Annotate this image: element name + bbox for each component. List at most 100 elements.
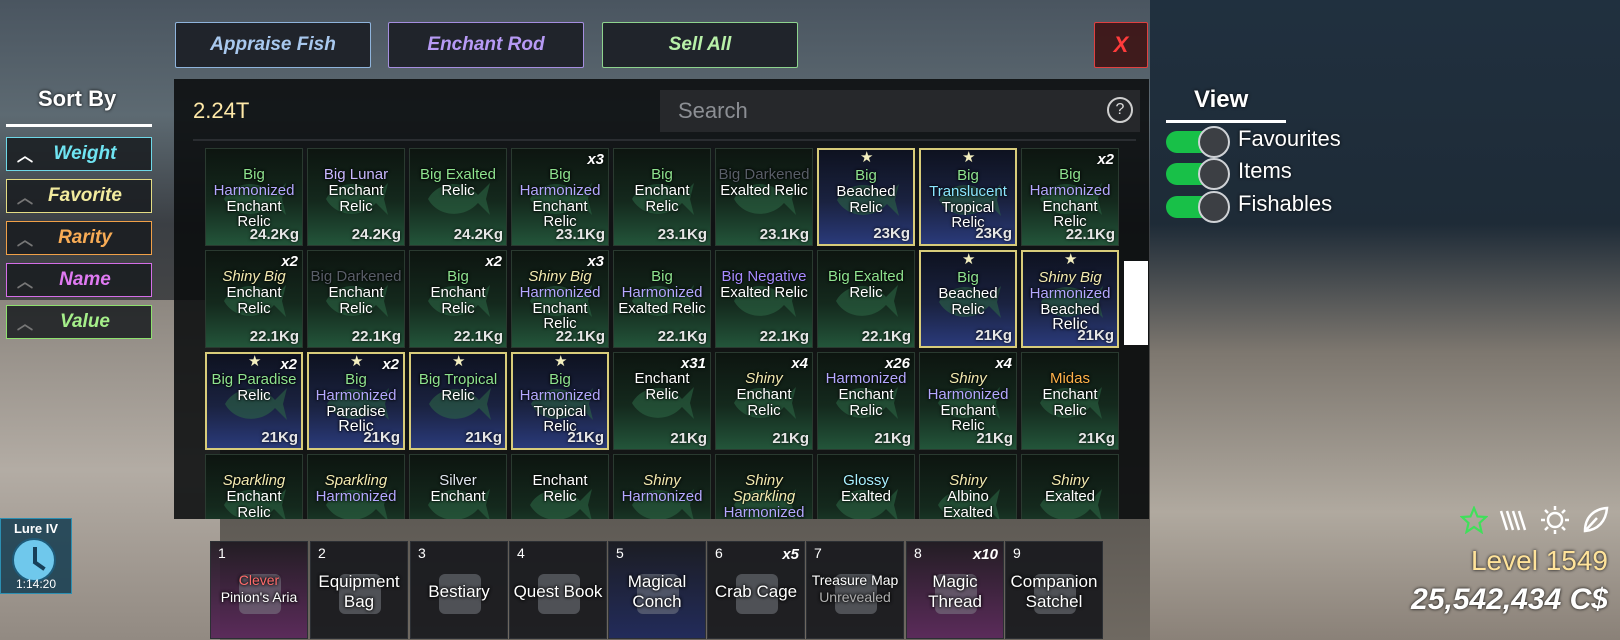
- inventory-item[interactable]: ★ Big Harmonized Tropical Relic 21Kg: [511, 352, 609, 450]
- item-name-line: Relic: [849, 198, 883, 216]
- hotbar-slot-label: Companion Satchel: [1008, 572, 1100, 613]
- inventory-item[interactable]: Big Darkened Exalted Relic 23.1Kg: [715, 148, 813, 246]
- inventory-item[interactable]: Shiny Sparkling Harmonized: [715, 454, 813, 519]
- inventory-item[interactable]: x3 Big Harmonized Enchant Relic 23.1Kg: [511, 148, 609, 246]
- hotbar-slot-3[interactable]: 3 Bestiary: [410, 541, 508, 639]
- inventory-item[interactable]: ★ Shiny Big Harmonized Beached Relic 21Kg: [1021, 250, 1119, 348]
- inventory-item[interactable]: ★ Big Tropical Relic 21Kg: [409, 352, 507, 450]
- sort-favorite-button[interactable]: ︿ Favorite: [6, 179, 152, 213]
- item-name-line: Big: [957, 167, 979, 184]
- bars-icon: [1499, 510, 1527, 531]
- sort-weight-button[interactable]: ︿ Weight: [6, 137, 152, 171]
- inventory-item[interactable]: Sparkling Harmonized: [307, 454, 405, 519]
- item-name: Sparkling Enchant Relic: [208, 473, 300, 519]
- hotbar-label-line: Magical: [627, 572, 687, 591]
- inventory-item[interactable]: ★ Big Beached Relic 23Kg: [817, 148, 915, 246]
- item-name-line: Shiny: [745, 370, 783, 387]
- sort-weight-label: Weight: [53, 143, 117, 164]
- enchant-rod-button[interactable]: Enchant Rod: [388, 22, 584, 68]
- inventory-item[interactable]: x3 Shiny Big Harmonized Enchant Relic 22.1Kg: [511, 250, 609, 348]
- hotbar-label-line: Bestiary: [428, 582, 490, 601]
- item-name: Big Harmonized Tropical Relic: [515, 372, 605, 435]
- inventory-item[interactable]: Glossy Exalted: [817, 454, 915, 519]
- hotbar-slot-2[interactable]: 2 Equipment Bag: [310, 541, 408, 639]
- sell-all-button[interactable]: Sell All: [602, 22, 798, 68]
- inventory-item[interactable]: Shiny Albino Exalted: [919, 454, 1017, 519]
- inventory-scrollbar[interactable]: [1124, 261, 1148, 345]
- sort-name-button[interactable]: ︿ Name: [6, 263, 152, 297]
- toggle-items[interactable]: [1166, 158, 1230, 190]
- hotbar-slot-1[interactable]: 1 Clever Pinion's Aria: [210, 541, 308, 639]
- sort-rarity-button[interactable]: ︿ Rarity: [6, 221, 152, 255]
- sort-rarity-label: Rarity: [58, 227, 112, 248]
- search-input[interactable]: [660, 90, 1140, 132]
- inventory-item[interactable]: Big Darkened Enchant Relic 22.1Kg: [307, 250, 405, 348]
- hotbar-label-line: Magic: [932, 572, 978, 591]
- item-name-line: Silver: [439, 472, 477, 489]
- item-name-line: Relic: [441, 386, 475, 404]
- inventory-item[interactable]: Midas Enchant Relic 21Kg: [1021, 352, 1119, 450]
- inventory-item[interactable]: ★ Big Translucent Tropical Relic 23Kg: [919, 148, 1017, 246]
- sort-value-button[interactable]: ︿ Value: [6, 305, 152, 339]
- hotbar-label-line: Pinion's Aria: [220, 588, 298, 605]
- item-name-line: Relic: [441, 181, 475, 199]
- inventory-item[interactable]: Big Enchant Relic 23.1Kg: [613, 148, 711, 246]
- inventory-item[interactable]: x4 Shiny Enchant Relic 21Kg: [715, 352, 813, 450]
- hotbar-label-line: Crab Cage: [714, 582, 798, 601]
- inventory-item[interactable]: Silver Enchant: [409, 454, 507, 519]
- inventory-item[interactable]: x2 Shiny Big Enchant Relic 22.1Kg: [205, 250, 303, 348]
- hotbar-slot-9[interactable]: 9 Companion Satchel: [1005, 541, 1103, 639]
- help-icon[interactable]: ?: [1107, 97, 1133, 123]
- currency-total: 2.24T: [193, 98, 250, 123]
- inventory-item[interactable]: Shiny Harmonized: [613, 454, 711, 519]
- inventory-item[interactable]: x26 Harmonized Enchant Relic 21Kg: [817, 352, 915, 450]
- inventory-grid: Big Harmonized Enchant Relic 24.2Kg Big Luna…: [205, 148, 1121, 519]
- sort-value-label: Value: [60, 311, 110, 332]
- inventory-item[interactable]: x2 Big Enchant Relic 22.1Kg: [409, 250, 507, 348]
- inventory-item[interactable]: Enchant Relic: [511, 454, 609, 519]
- inventory-item[interactable]: Big Harmonized Enchant Relic 24.2Kg: [205, 148, 303, 246]
- inventory-item[interactable]: Big Harmonized Exalted Relic 22.1Kg: [613, 250, 711, 348]
- hotbar-slot-label: Bestiary: [413, 582, 505, 602]
- inventory-item[interactable]: Big Lunar Enchant Relic 24.2Kg: [307, 148, 405, 246]
- appraise-fish-button[interactable]: Appraise Fish: [175, 22, 371, 68]
- inventory-item[interactable]: ★ Big Beached Relic 21Kg: [919, 250, 1017, 348]
- close-button[interactable]: X: [1094, 22, 1148, 68]
- item-weight: 23Kg: [873, 225, 910, 242]
- hotbar-slot-6[interactable]: 6 x5 Crab Cage: [707, 541, 805, 639]
- item-weight: 23.1Kg: [555, 226, 605, 243]
- item-name-line: Enchant: [634, 181, 690, 199]
- hotbar-label-line: Equipment: [318, 572, 400, 591]
- item-name: Shiny Big Harmonized Beached Relic: [1025, 270, 1115, 334]
- inventory-item[interactable]: x4 Shiny Harmonized Enchant Relic 21Kg: [919, 352, 1017, 450]
- inventory-item[interactable]: Sparkling Enchant Relic: [205, 454, 303, 519]
- inventory-item[interactable]: Big Exalted Relic 24.2Kg: [409, 148, 507, 246]
- inventory-item[interactable]: ★ x2 Big Harmonized Paradise Relic 21Kg: [307, 352, 405, 450]
- item-name: Big Tropical Relic: [413, 372, 503, 404]
- inventory-item[interactable]: x2 Big Harmonized Enchant Relic 22.1Kg: [1021, 148, 1119, 246]
- favorite-star-icon: ★: [554, 353, 568, 370]
- item-name: Shiny Albino Exalted: [922, 473, 1014, 519]
- hotbar-slot-4[interactable]: 4 Quest Book: [509, 541, 607, 639]
- hotbar-slot-5[interactable]: 5 Magical Conch: [608, 541, 706, 639]
- hotbar-slot-7[interactable]: 7 Treasure Map Unrevealed: [806, 541, 904, 639]
- inventory-item[interactable]: ★ x2 Big Paradise Relic 21Kg: [205, 352, 303, 450]
- item-name-line: Enchant: [634, 370, 690, 387]
- toggle-favourites[interactable]: [1166, 126, 1230, 158]
- favorite-star-icon: ★: [350, 353, 364, 370]
- inventory-item[interactable]: Big Exalted Relic 22.1Kg: [817, 250, 915, 348]
- item-weight: 21Kg: [1078, 430, 1115, 447]
- item-name-line: Translucent: [929, 182, 1007, 200]
- hotbar-slot-number: 1: [218, 545, 226, 561]
- inventory-item[interactable]: Big Negative Exalted Relic 22.1Kg: [715, 250, 813, 348]
- item-weight: 23.1Kg: [657, 226, 707, 243]
- item-name: Enchant Relic: [514, 473, 606, 505]
- player-level: Level 1549: [1470, 545, 1608, 576]
- hotbar-label-line: Conch: [632, 592, 682, 612]
- inventory-item[interactable]: x31 Enchant Relic 21Kg: [613, 352, 711, 450]
- toggle-fishables[interactable]: [1166, 191, 1230, 223]
- item-name: Big Beached Relic: [821, 168, 911, 215]
- inventory-item[interactable]: Shiny Exalted: [1021, 454, 1119, 519]
- item-name-line: Paradise: [326, 402, 386, 420]
- hotbar-slot-8[interactable]: 8 x10 Magic Thread: [906, 541, 1004, 639]
